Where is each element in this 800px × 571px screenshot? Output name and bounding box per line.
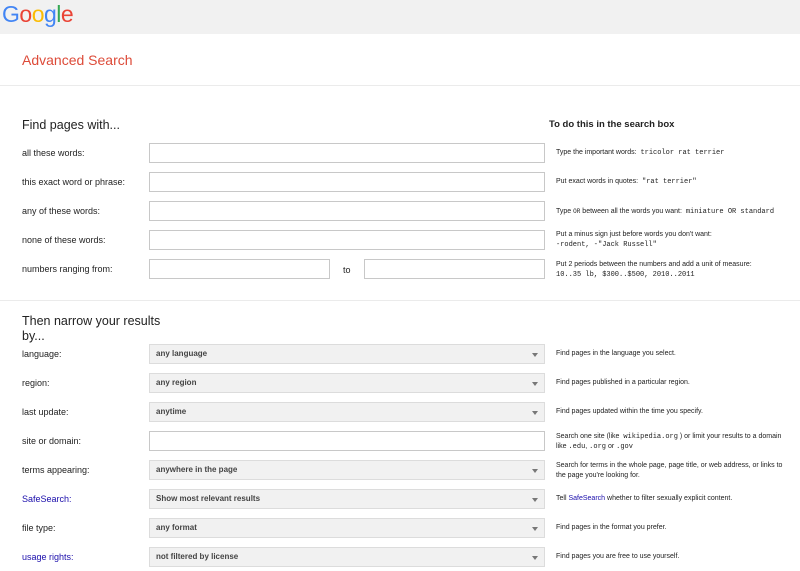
hint-text: ) or limit your results to a domain bbox=[679, 433, 782, 440]
hint-example: wikipedia.org bbox=[623, 433, 678, 441]
file-type-label: file type: bbox=[22, 523, 56, 533]
top-bar: Google bbox=[0, 0, 800, 34]
page-title: Advanced Search bbox=[22, 52, 133, 68]
exact-phrase-input[interactable] bbox=[149, 172, 545, 192]
hint-example: 10..35 lb, $300..$500, 2010..2011 bbox=[556, 271, 695, 279]
safesearch-hint: Tell SafeSearch whether to filter sexual… bbox=[556, 494, 800, 504]
narrow-section-title: Then narrow your results by... bbox=[22, 314, 160, 344]
hint-text: between all the words you want: bbox=[582, 208, 682, 215]
hint-example: .gov bbox=[616, 443, 633, 451]
dropdown-arrow-icon bbox=[532, 411, 538, 415]
hint-text: or bbox=[607, 443, 615, 450]
last-update-select[interactable]: anytime bbox=[149, 402, 545, 422]
hint-text: Tell bbox=[556, 495, 567, 502]
safesearch-hint-link[interactable]: SafeSearch bbox=[568, 495, 605, 502]
select-value: any language bbox=[156, 349, 208, 358]
divider bbox=[0, 300, 800, 301]
hint-example: "rat terrier" bbox=[642, 178, 697, 186]
select-value: any region bbox=[156, 378, 197, 387]
dropdown-arrow-icon bbox=[532, 382, 538, 386]
logo-letter: G bbox=[2, 1, 20, 27]
select-value: Show most relevant results bbox=[156, 494, 261, 503]
hint-example: .org bbox=[589, 443, 606, 451]
site-domain-label: site or domain: bbox=[22, 436, 82, 446]
safesearch-link[interactable]: SafeSearch: bbox=[22, 494, 72, 504]
logo-letter: e bbox=[60, 1, 74, 27]
hint-line: Put 2 periods between the numbers and ad… bbox=[556, 261, 752, 268]
site-domain-input[interactable] bbox=[149, 431, 545, 451]
numbers-from-input[interactable] bbox=[149, 259, 330, 279]
none-words-hint: Put a minus sign just before words you d… bbox=[556, 230, 800, 250]
hint-example: .edu bbox=[568, 443, 586, 451]
all-words-input[interactable] bbox=[149, 143, 545, 163]
find-section-title: Find pages with... bbox=[22, 118, 120, 132]
hint-text: Put exact words in quotes: bbox=[556, 178, 639, 185]
usage-rights-link[interactable]: usage rights: bbox=[22, 552, 74, 562]
logo-letter: g bbox=[43, 1, 57, 27]
hint-example: miniature OR standard bbox=[685, 208, 775, 216]
last-update-label: last update: bbox=[22, 407, 69, 417]
hint-example: tricolor rat terrier bbox=[640, 149, 725, 157]
language-label: language: bbox=[22, 349, 62, 359]
google-logo[interactable]: Google bbox=[2, 1, 74, 27]
none-words-input[interactable] bbox=[149, 230, 545, 250]
file-type-select[interactable]: any format bbox=[149, 518, 545, 538]
any-words-hint: Type OR between all the words you want: … bbox=[556, 207, 800, 217]
to-label: to bbox=[343, 265, 351, 275]
title-line: by... bbox=[22, 329, 45, 343]
terms-appearing-select[interactable]: anywhere in the page bbox=[149, 460, 545, 480]
logo-letter: o bbox=[19, 1, 32, 27]
any-words-label: any of these words: bbox=[22, 206, 101, 216]
all-words-label: all these words: bbox=[22, 148, 85, 158]
hint-text: Search one site (like bbox=[556, 433, 620, 440]
file-type-hint: Find pages in the format you prefer. bbox=[556, 524, 667, 531]
select-value: any format bbox=[156, 523, 197, 532]
dropdown-arrow-icon bbox=[532, 556, 538, 560]
numbers-range-hint: Put 2 periods between the numbers and ad… bbox=[556, 260, 800, 280]
exact-phrase-hint: Put exact words in quotes: "rat terrier" bbox=[556, 177, 800, 187]
hint-pre: Type bbox=[556, 208, 572, 215]
dropdown-arrow-icon bbox=[532, 498, 538, 502]
select-value: anywhere in the page bbox=[156, 465, 238, 474]
region-label: region: bbox=[22, 378, 50, 388]
usage-rights-select[interactable]: not filtered by license bbox=[149, 547, 545, 567]
hint-or: OR bbox=[573, 208, 581, 215]
usage-rights-hint: Find pages you are free to use yourself. bbox=[556, 553, 680, 560]
hint-line: Put a minus sign just before words you d… bbox=[556, 231, 712, 238]
divider bbox=[0, 85, 800, 86]
dropdown-arrow-icon bbox=[532, 527, 538, 531]
region-select[interactable]: any region bbox=[149, 373, 545, 393]
all-words-hint: Type the important words: tricolor rat t… bbox=[556, 148, 800, 158]
exact-phrase-label: this exact word or phrase: bbox=[22, 177, 126, 187]
safesearch-select[interactable]: Show most relevant results bbox=[149, 489, 545, 509]
hint-column-title: To do this in the search box bbox=[549, 119, 675, 130]
dropdown-arrow-icon bbox=[532, 353, 538, 357]
select-value: not filtered by license bbox=[156, 552, 239, 561]
hint-line: Search for terms in the whole page, page… bbox=[556, 462, 783, 469]
select-value: anytime bbox=[156, 407, 187, 416]
title-line: Then narrow your results bbox=[22, 314, 161, 328]
terms-appearing-label: terms appearing: bbox=[22, 465, 90, 475]
region-hint: Find pages published in a particular reg… bbox=[556, 379, 690, 386]
logo-letter: o bbox=[31, 1, 45, 27]
hint-text: like bbox=[556, 443, 567, 450]
hint-text: Type the important words: bbox=[556, 149, 637, 156]
numbers-to-input[interactable] bbox=[364, 259, 545, 279]
language-hint: Find pages in the language you select. bbox=[556, 350, 676, 357]
site-domain-hint: Search one site (like wikipedia.org ) or… bbox=[556, 433, 782, 451]
hint-text: whether to filter sexually explicit cont… bbox=[607, 495, 733, 502]
terms-appearing-hint: Search for terms in the whole page, page… bbox=[556, 461, 800, 481]
hint-line: the page you're looking for. bbox=[556, 472, 640, 479]
none-words-label: none of these words: bbox=[22, 235, 106, 245]
any-words-input[interactable] bbox=[149, 201, 545, 221]
hint-example: -rodent, -"Jack Russell" bbox=[556, 241, 657, 249]
dropdown-arrow-icon bbox=[532, 469, 538, 473]
numbers-range-label: numbers ranging from: bbox=[22, 264, 113, 274]
language-select[interactable]: any language bbox=[149, 344, 545, 364]
last-update-hint: Find pages updated within the time you s… bbox=[556, 408, 703, 415]
